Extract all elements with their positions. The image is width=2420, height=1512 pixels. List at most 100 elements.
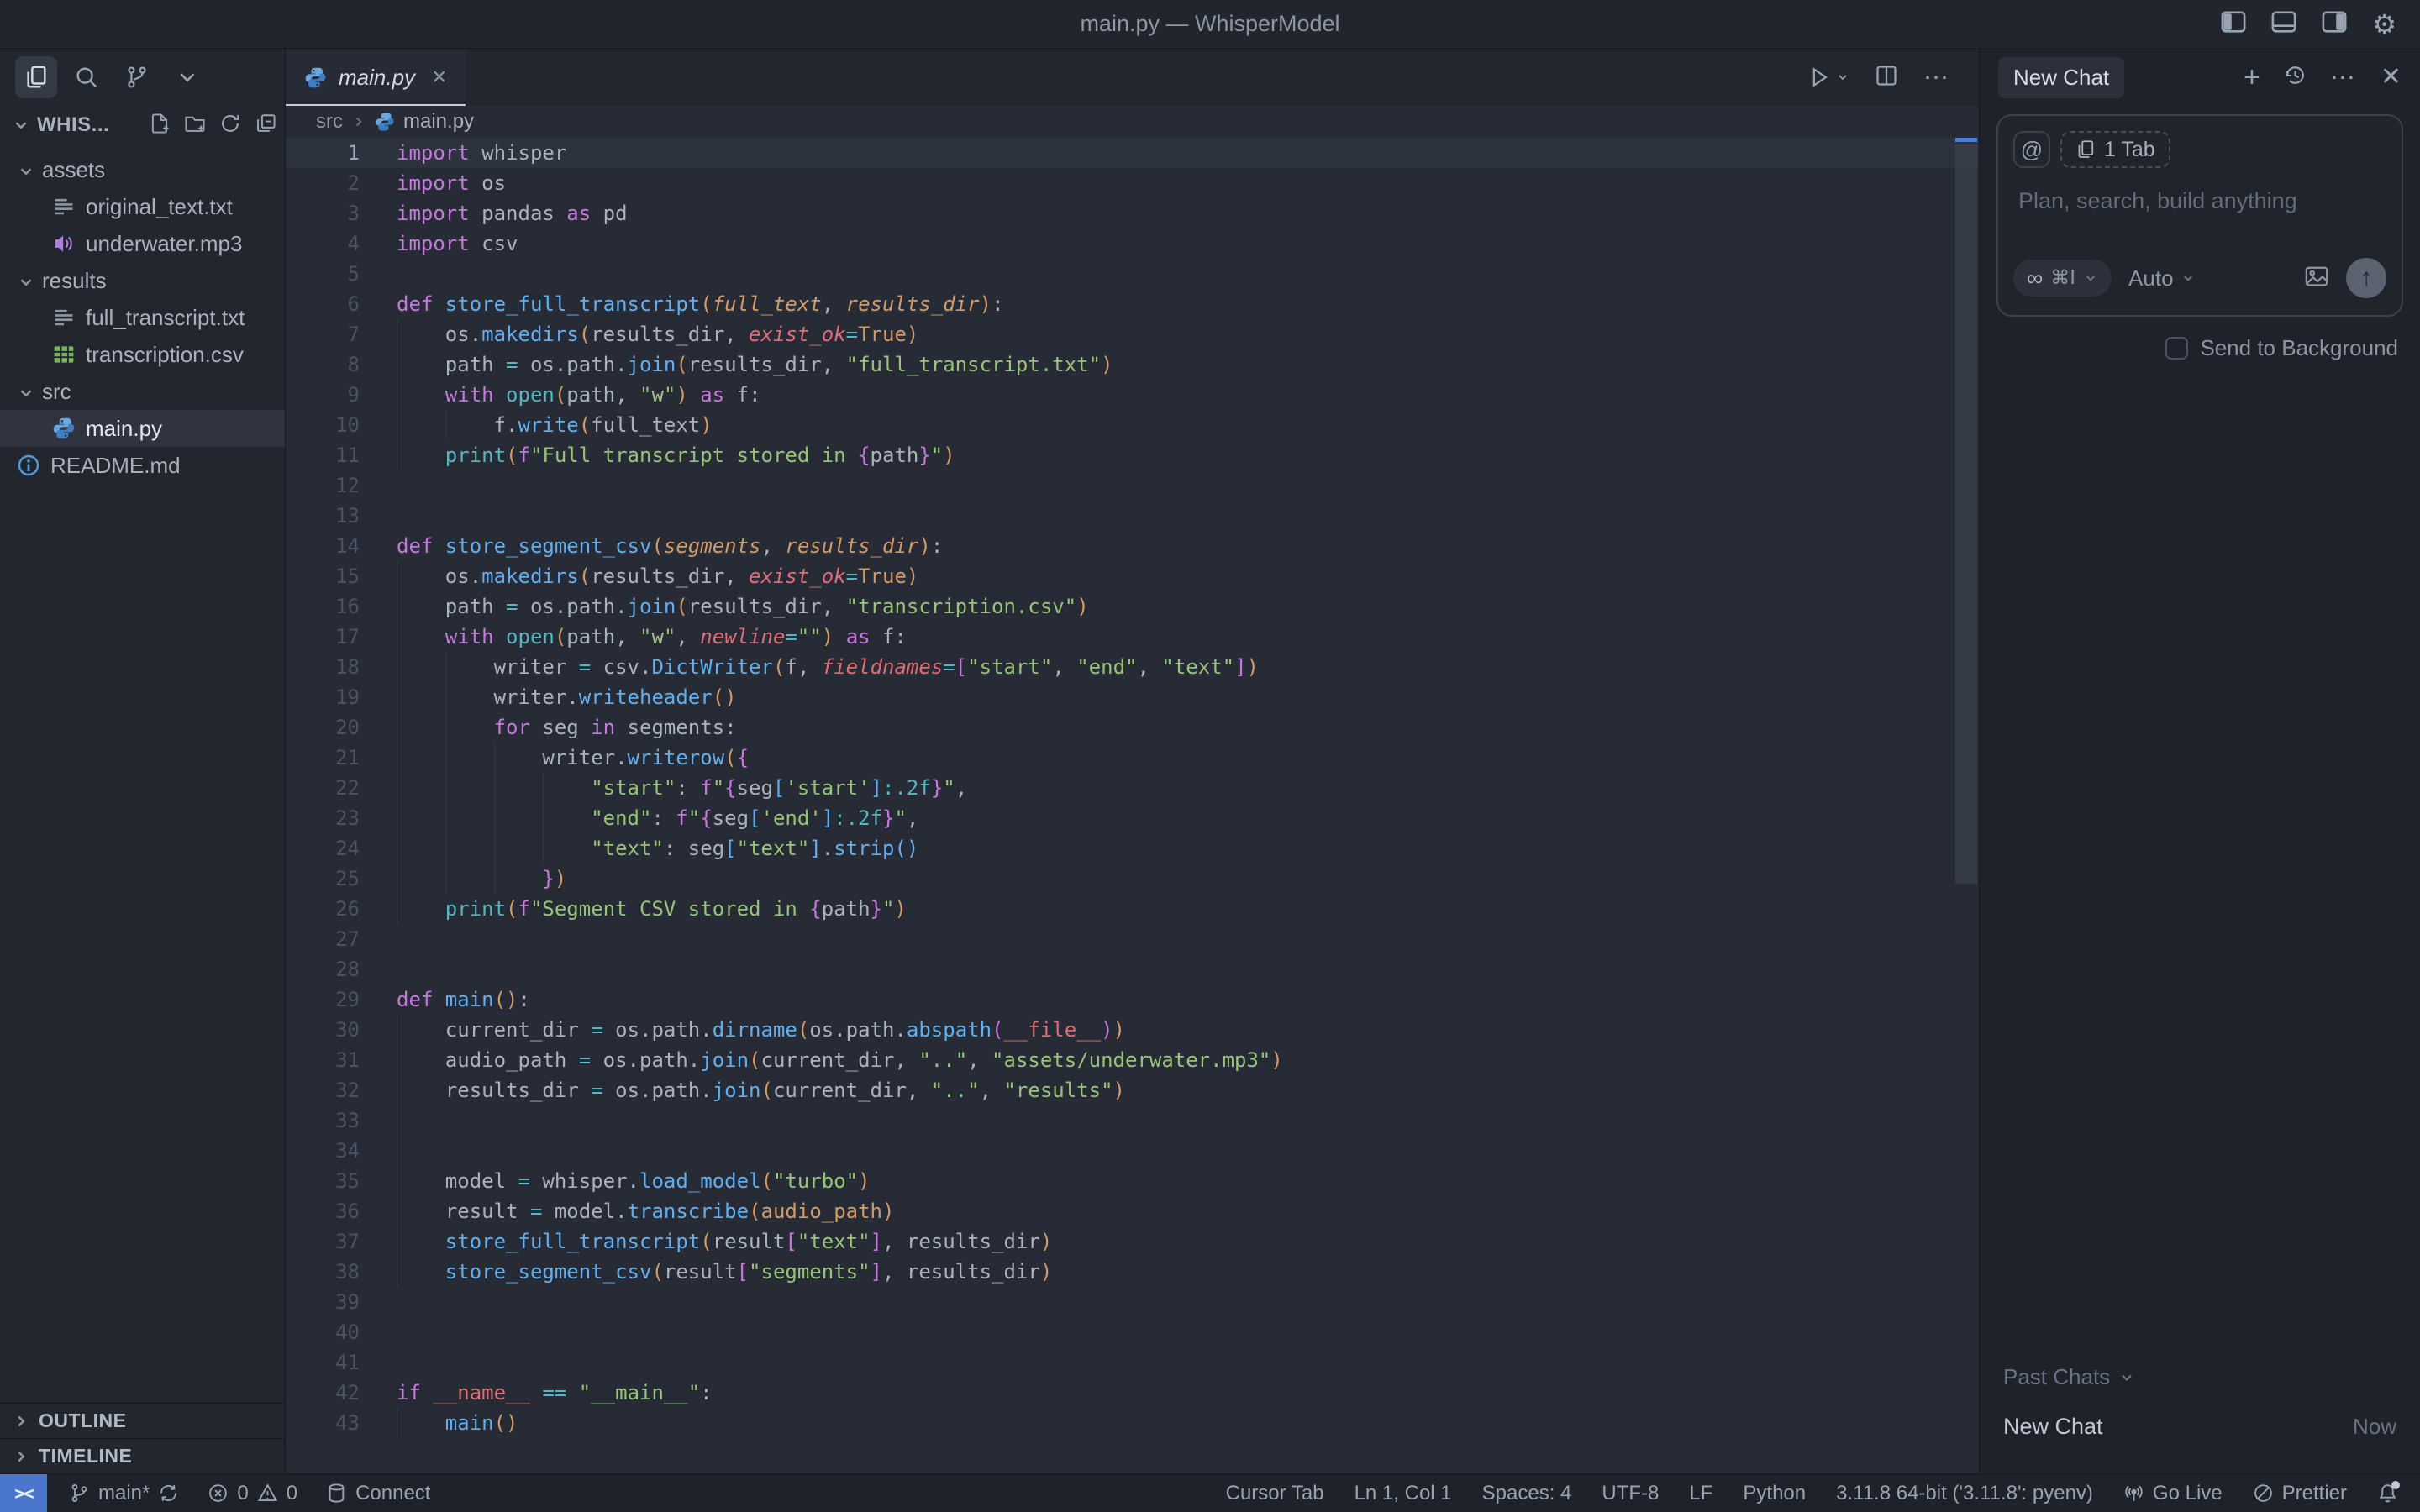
chat-tab-new-chat[interactable]: New Chat: [1998, 57, 2124, 98]
breadcrumb-folder[interactable]: src: [316, 110, 343, 134]
code-line-21[interactable]: 21 writer.writerow({: [286, 743, 1979, 773]
code-line-33[interactable]: 33: [286, 1105, 1979, 1136]
code-line-19[interactable]: 19 writer.writeheader(): [286, 682, 1979, 712]
chevron-down-icon[interactable]: [17, 271, 35, 290]
chevron-down-icon[interactable]: [166, 56, 208, 98]
tree-folder-src[interactable]: src: [0, 373, 285, 410]
split-editor-icon[interactable]: [1875, 64, 1898, 92]
code-line-11[interactable]: 11 print(f"Full transcript stored in {pa…: [286, 440, 1979, 470]
code-line-30[interactable]: 30 current_dir = os.path.dirname(os.path…: [286, 1015, 1979, 1045]
tree-file-readme-md[interactable]: README.md: [0, 447, 285, 484]
project-name[interactable]: WHIS...: [37, 113, 109, 137]
code-line-10[interactable]: 10 f.write(full_text): [286, 410, 1979, 440]
close-tab-icon[interactable]: ×: [432, 65, 447, 90]
chat-history-item[interactable]: New Chat Now: [2003, 1414, 2396, 1440]
code-line-7[interactable]: 7 os.makedirs(results_dir, exist_ok=True…: [286, 319, 1979, 349]
code-line-5[interactable]: 5: [286, 259, 1979, 289]
chevron-down-icon[interactable]: [17, 382, 35, 401]
code-line-3[interactable]: 3import pandas as pd: [286, 198, 1979, 228]
search-icon[interactable]: [66, 56, 108, 98]
code-line-35[interactable]: 35 model = whisper.load_model("turbo"): [286, 1166, 1979, 1196]
code-line-36[interactable]: 36 result = model.transcribe(audio_path): [286, 1196, 1979, 1226]
code-line-23[interactable]: 23 "end": f"{seg['end']:.2f}",: [286, 803, 1979, 833]
tab-context-chip[interactable]: 1 Tab: [2060, 131, 2170, 168]
code-line-41[interactable]: 41: [286, 1347, 1979, 1378]
new-chat-plus-icon[interactable]: +: [2244, 63, 2260, 92]
status-item-main-[interactable]: main*: [69, 1482, 179, 1505]
code-line-16[interactable]: 16 path = os.path.join(results_dir, "tra…: [286, 591, 1979, 622]
model-selector[interactable]: Auto: [2128, 265, 2196, 291]
tree-file-transcription-csv[interactable]: transcription.csv: [0, 336, 285, 373]
chat-close-icon[interactable]: ✕: [2381, 65, 2402, 90]
chevron-down-icon[interactable]: [12, 116, 30, 134]
status-item-utf-8[interactable]: UTF-8: [1602, 1482, 1659, 1505]
status-item-prettier[interactable]: Prettier: [2253, 1482, 2347, 1505]
code-line-39[interactable]: 39: [286, 1287, 1979, 1317]
code-line-34[interactable]: 34: [286, 1136, 1979, 1166]
tree-file-main-py[interactable]: main.py: [0, 410, 285, 447]
new-folder-icon[interactable]: [184, 113, 206, 139]
status-item-lf[interactable]: LF: [1689, 1482, 1712, 1505]
toggle-left-panel-icon[interactable]: [2221, 9, 2246, 39]
tree-file-full-transcript-txt[interactable]: full_transcript.txt: [0, 299, 285, 336]
tree-file-underwater-mp3[interactable]: underwater.mp3: [0, 225, 285, 262]
code-line-2[interactable]: 2import os: [286, 168, 1979, 198]
code-line-43[interactable]: 43 main(): [286, 1408, 1979, 1438]
tree-folder-assets[interactable]: assets: [0, 151, 285, 188]
collapse-all-icon[interactable]: [255, 113, 276, 139]
code-line-12[interactable]: 12: [286, 470, 1979, 501]
code-line-18[interactable]: 18 writer = csv.DictWriter(f, fieldnames…: [286, 652, 1979, 682]
code-line-8[interactable]: 8 path = os.path.join(results_dir, "full…: [286, 349, 1979, 380]
remote-indicator[interactable]: ><: [0, 1474, 47, 1512]
run-button[interactable]: [1807, 66, 1849, 89]
settings-gear-icon[interactable]: ⚙: [2372, 11, 2396, 38]
code-line-26[interactable]: 26 print(f"Segment CSV stored in {path}"…: [286, 894, 1979, 924]
source-control-icon[interactable]: [116, 56, 158, 98]
code-line-32[interactable]: 32 results_dir = os.path.join(current_di…: [286, 1075, 1979, 1105]
timeline-section[interactable]: TIMELINE: [0, 1438, 285, 1473]
code-line-31[interactable]: 31 audio_path = os.path.join(current_dir…: [286, 1045, 1979, 1075]
chat-input-box[interactable]: @ 1 Tab Plan, search, build anything ∞ ⌘…: [1996, 114, 2403, 317]
code-line-1[interactable]: 1import whisper: [286, 138, 1979, 168]
new-file-icon[interactable]: [149, 113, 171, 139]
status-item-cursor-tab[interactable]: Cursor Tab: [1226, 1482, 1324, 1505]
code-line-6[interactable]: 6def store_full_transcript(full_text, re…: [286, 289, 1979, 319]
code-line-13[interactable]: 13: [286, 501, 1979, 531]
refresh-icon[interactable]: [219, 113, 241, 139]
attach-image-icon[interactable]: [2304, 264, 2329, 293]
chat-input-placeholder[interactable]: Plan, search, build anything: [2018, 188, 2386, 214]
code-line-29[interactable]: 29def main():: [286, 984, 1979, 1015]
code-line-20[interactable]: 20 for seg in segments:: [286, 712, 1979, 743]
status-item-0[interactable]: 00: [208, 1482, 297, 1505]
code-line-17[interactable]: 17 with open(path, "w", newline="") as f…: [286, 622, 1979, 652]
agent-mode-pill[interactable]: ∞ ⌘I: [2013, 260, 2112, 297]
toggle-bottom-panel-icon[interactable]: [2271, 9, 2296, 39]
explorer-icon[interactable]: [15, 56, 57, 98]
chevron-down-icon[interactable]: [17, 160, 35, 179]
editor-scrollbar[interactable]: [1955, 138, 1977, 1473]
code-line-42[interactable]: 42if __name__ == "__main__":: [286, 1378, 1979, 1408]
code-line-27[interactable]: 27: [286, 924, 1979, 954]
mention-context-button[interactable]: @: [2013, 131, 2050, 168]
status-item-3-11-8-64-bit-3-11-8-pyenv-[interactable]: 3.11.8 64-bit ('3.11.8': pyenv): [1836, 1482, 2093, 1505]
status-item-connect[interactable]: Connect: [326, 1482, 430, 1505]
status-item-python[interactable]: Python: [1743, 1482, 1806, 1505]
code-line-25[interactable]: 25 }): [286, 864, 1979, 894]
toggle-right-panel-icon[interactable]: [2322, 9, 2347, 39]
code-line-38[interactable]: 38 store_segment_csv(result["segments"],…: [286, 1257, 1979, 1287]
status-item-bell[interactable]: [2377, 1483, 2398, 1504]
tab-main-py[interactable]: main.py ×: [286, 49, 466, 106]
send-to-background-checkbox[interactable]: [2165, 337, 2188, 360]
code-line-9[interactable]: 9 with open(path, "w") as f:: [286, 380, 1979, 410]
code-line-28[interactable]: 28: [286, 954, 1979, 984]
scrollbar-thumb[interactable]: [1955, 144, 1977, 884]
send-button[interactable]: ↑: [2346, 258, 2386, 298]
code-line-37[interactable]: 37 store_full_transcript(result["text"],…: [286, 1226, 1979, 1257]
more-actions-icon[interactable]: ⋯: [1923, 63, 1950, 92]
chat-more-icon[interactable]: ⋯: [2330, 63, 2357, 92]
past-chats-toggle[interactable]: Past Chats: [2003, 1364, 2396, 1390]
code-line-4[interactable]: 4import csv: [286, 228, 1979, 259]
code-line-24[interactable]: 24 "text": seg["text"].strip(): [286, 833, 1979, 864]
status-item-spaces-4[interactable]: Spaces: 4: [1482, 1482, 1572, 1505]
code-line-14[interactable]: 14def store_segment_csv(segments, result…: [286, 531, 1979, 561]
